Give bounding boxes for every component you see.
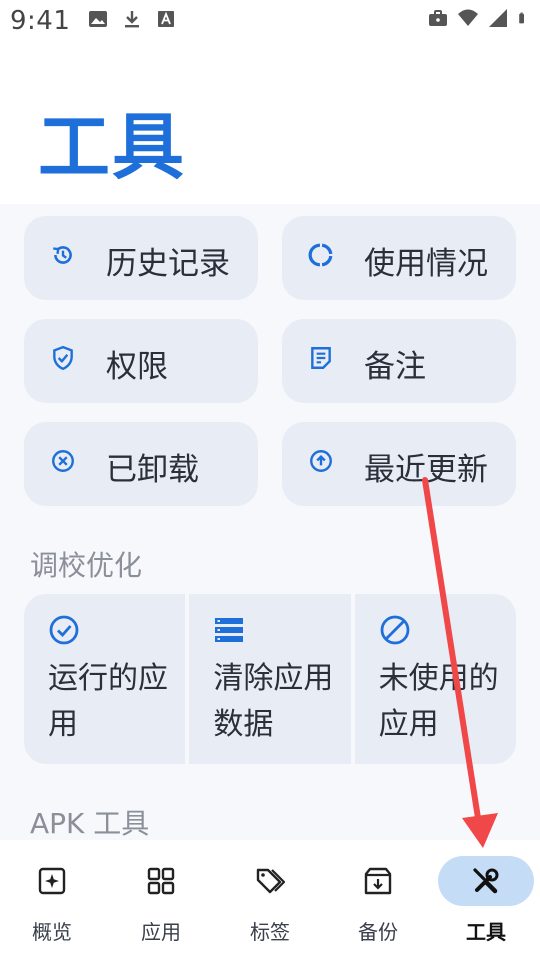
nav-label: 标签 — [250, 920, 290, 944]
battery-icon — [519, 12, 524, 24]
usage-icon — [308, 243, 333, 267]
opt-item-label: 运行的应用 — [48, 661, 168, 742]
section-header-optimization: 调校优化 — [30, 549, 143, 582]
optimization-group: 运行的应用 清除应用数据 未使用的应用 — [24, 594, 516, 764]
status-bar: 9:41 — [0, 0, 540, 44]
page-title: 工具 — [38, 105, 187, 189]
history-icon — [53, 246, 72, 264]
tool-tile-label: 权限 — [106, 349, 168, 385]
font-icon — [158, 11, 174, 27]
tools-icon — [473, 868, 499, 894]
apps-grid-icon — [147, 867, 175, 895]
status-right-icons — [428, 8, 530, 28]
tool-tile-label: 最近更新 — [364, 452, 488, 488]
opt-item-running-apps[interactable]: 运行的应用 — [24, 594, 186, 764]
tool-tile-permissions[interactable]: 权限 — [24, 319, 258, 403]
nav-label: 工具 — [466, 920, 506, 944]
tags-icon — [256, 868, 285, 894]
download-icon — [125, 11, 139, 28]
nav-label: 备份 — [358, 920, 398, 944]
tool-tile-history[interactable]: 历史记录 — [24, 216, 258, 300]
tool-tile-label: 历史记录 — [106, 246, 230, 282]
opt-item-label: 未使用的应用 — [378, 661, 499, 742]
tool-tile-label: 使用情况 — [364, 246, 488, 282]
shield-icon — [53, 345, 73, 371]
opt-item-unused-apps[interactable]: 未使用的应用 — [354, 594, 516, 764]
nav-label: 概览 — [32, 920, 72, 944]
nav-label: 应用 — [141, 920, 181, 944]
opt-item-label: 清除应用数据 — [213, 661, 334, 742]
nav-item-tags[interactable]: 标签 — [222, 854, 322, 954]
status-time: 9:41 — [10, 6, 71, 36]
storage-icon — [215, 618, 244, 642]
briefcase-icon — [429, 10, 447, 26]
tool-tile-label: 已卸载 — [106, 452, 199, 488]
section-header-apk-tools: APK 工具 — [30, 807, 150, 840]
upload-circle-icon — [310, 450, 332, 472]
note-icon — [311, 347, 331, 369]
status-left-icons — [88, 9, 176, 29]
check-circle-icon — [49, 615, 79, 645]
nav-item-apps[interactable]: 应用 — [113, 854, 213, 954]
wifi-icon — [458, 9, 478, 26]
cancel-circle-icon — [52, 450, 74, 472]
tool-tile-label: 备注 — [364, 349, 426, 385]
signal-icon — [489, 9, 507, 27]
tool-tile-uninstalled[interactable]: 已卸载 — [24, 422, 258, 506]
block-icon — [380, 615, 410, 645]
overview-icon — [38, 867, 66, 895]
nav-item-tools[interactable]: 工具 — [438, 854, 538, 954]
bottom-navigation: 概览 应用 标签 备份 工具 — [0, 840, 540, 960]
archive-icon — [364, 867, 392, 895]
tool-tile-recent-updates[interactable]: 最近更新 — [282, 422, 516, 506]
nav-item-backup[interactable]: 备份 — [330, 854, 430, 954]
tool-tile-notes[interactable]: 备注 — [282, 319, 516, 403]
opt-item-clear-app-data[interactable]: 清除应用数据 — [189, 594, 351, 764]
nav-item-overview[interactable]: 概览 — [4, 854, 104, 954]
image-icon — [89, 11, 107, 27]
tool-tile-usage[interactable]: 使用情况 — [282, 216, 516, 300]
